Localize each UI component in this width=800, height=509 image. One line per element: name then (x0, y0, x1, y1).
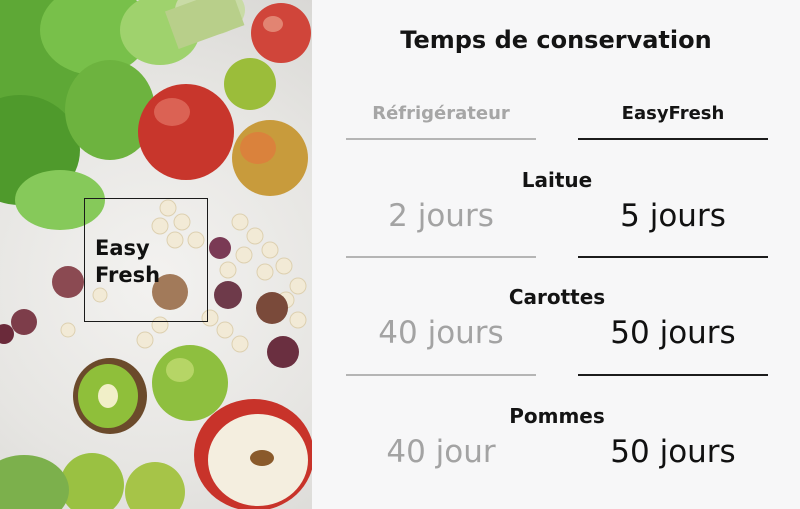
easyfresh-label-text: Easy Fresh (95, 235, 160, 289)
column-header-refrigerator: Réfrigérateur (372, 103, 510, 124)
easyfresh-label-box: Easy Fresh (84, 198, 208, 322)
value-easyfresh-laitue: 5 jours (620, 198, 726, 234)
divider-refrigerator (346, 256, 536, 258)
value-refrigerator-laitue: 2 jours (388, 198, 494, 234)
divider-easyfresh (578, 374, 768, 376)
panel-title: Temps de conservation (400, 26, 712, 54)
cut-apple (194, 399, 312, 509)
divider-refrigerator (346, 374, 536, 376)
value-easyfresh-pommes: 50 jours (610, 434, 736, 470)
item-name-carottes: Carottes (508, 285, 606, 309)
label-line-fresh: Fresh (95, 263, 161, 287)
divider-easyfresh (578, 256, 768, 258)
divider-easyfresh (578, 138, 768, 140)
produce-photo: Easy Fresh (0, 0, 312, 509)
value-easyfresh-carottes: 50 jours (610, 315, 736, 351)
kiwi-half (73, 358, 147, 434)
item-name-laitue: Laitue (521, 168, 593, 192)
divider-refrigerator (346, 138, 536, 140)
value-refrigerator-carottes: 40 jours (378, 315, 504, 351)
label-line-easy: Easy (95, 236, 150, 260)
comparison-panel: Temps de conservation Réfrigérateur Easy… (312, 0, 800, 509)
column-header-easyfresh: EasyFresh (621, 103, 725, 124)
item-name-pommes: Pommes (509, 404, 605, 428)
value-refrigerator-pommes: 40 jour (386, 434, 496, 470)
